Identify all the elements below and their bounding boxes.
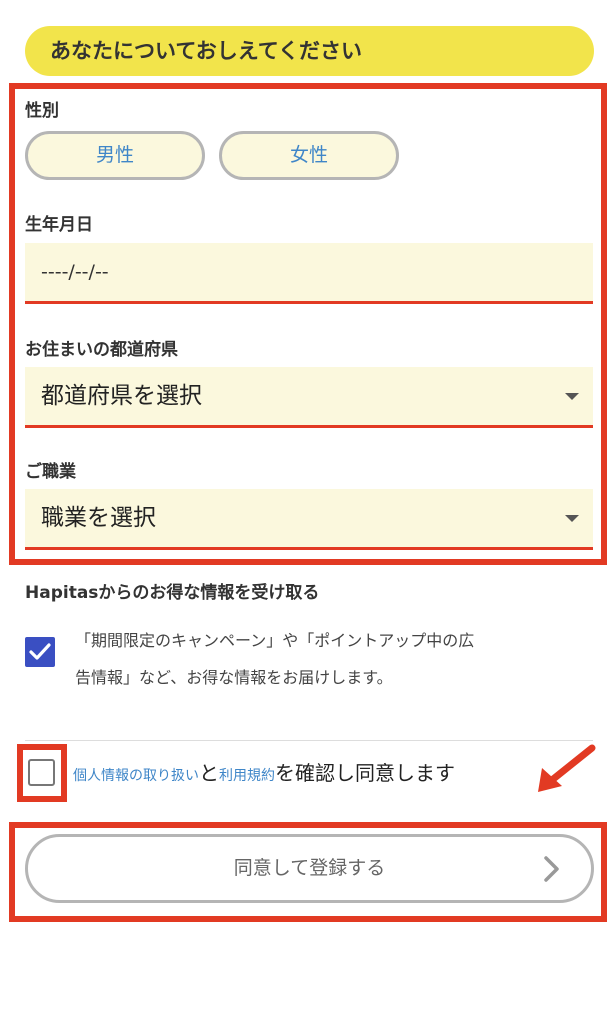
terms-link[interactable]: 利用規約 [219,768,275,784]
arrow-icon [538,744,596,792]
check-icon [29,643,51,660]
agreement-text: 個人情報の取り扱いと利用規約を確認し同意します [73,758,455,791]
gender-label: 性別 [25,101,59,121]
newsletter-description: 「期間限定のキャンペーン」や「ポイントアップ中の広 告情報」など、お得な情報をお… [75,622,575,696]
caret-down-icon [565,393,579,400]
prefecture-label: お住まいの都道府県 [25,340,178,360]
occupation-select[interactable]: 職業を選択 [25,489,593,550]
submit-button[interactable]: 同意して登録する [25,834,594,903]
newsletter-description-line2: 告情報」など、お得な情報をお届けします。 [75,668,393,687]
agreement-connector: と [199,761,219,785]
privacy-policy-link[interactable]: 個人情報の取り扱い [73,768,199,784]
newsletter-checkbox[interactable] [25,637,55,667]
occupation-selected-value: 職業を選択 [41,505,156,531]
birthdate-label: 生年月日 [25,215,93,235]
prefecture-select[interactable]: 都道府県を選択 [25,367,593,428]
occupation-label: ご職業 [25,462,76,482]
caret-down-icon [565,515,579,522]
chevron-right-icon [544,856,559,882]
agreement-checkbox[interactable] [28,759,55,786]
section-header: あなたについておしえてください [25,26,594,76]
birthdate-value: ----/--/-- [41,261,109,283]
gender-male-button[interactable]: 男性 [25,131,205,180]
submit-label: 同意して登録する [233,857,386,879]
newsletter-title: Hapitasからのお得な情報を受け取る [25,583,320,603]
agreement-suffix: を確認し同意します [275,761,455,785]
birthdate-input[interactable]: ----/--/-- [25,243,593,304]
newsletter-description-line1: 「期間限定のキャンペーン」や「ポイントアップ中の広 [75,631,475,650]
divider [25,740,593,741]
gender-female-button[interactable]: 女性 [219,131,399,180]
registration-page: あなたについておしえてください 性別 男性 女性 生年月日 ----/--/--… [0,0,615,1024]
prefecture-selected-value: 都道府県を選択 [41,383,202,409]
